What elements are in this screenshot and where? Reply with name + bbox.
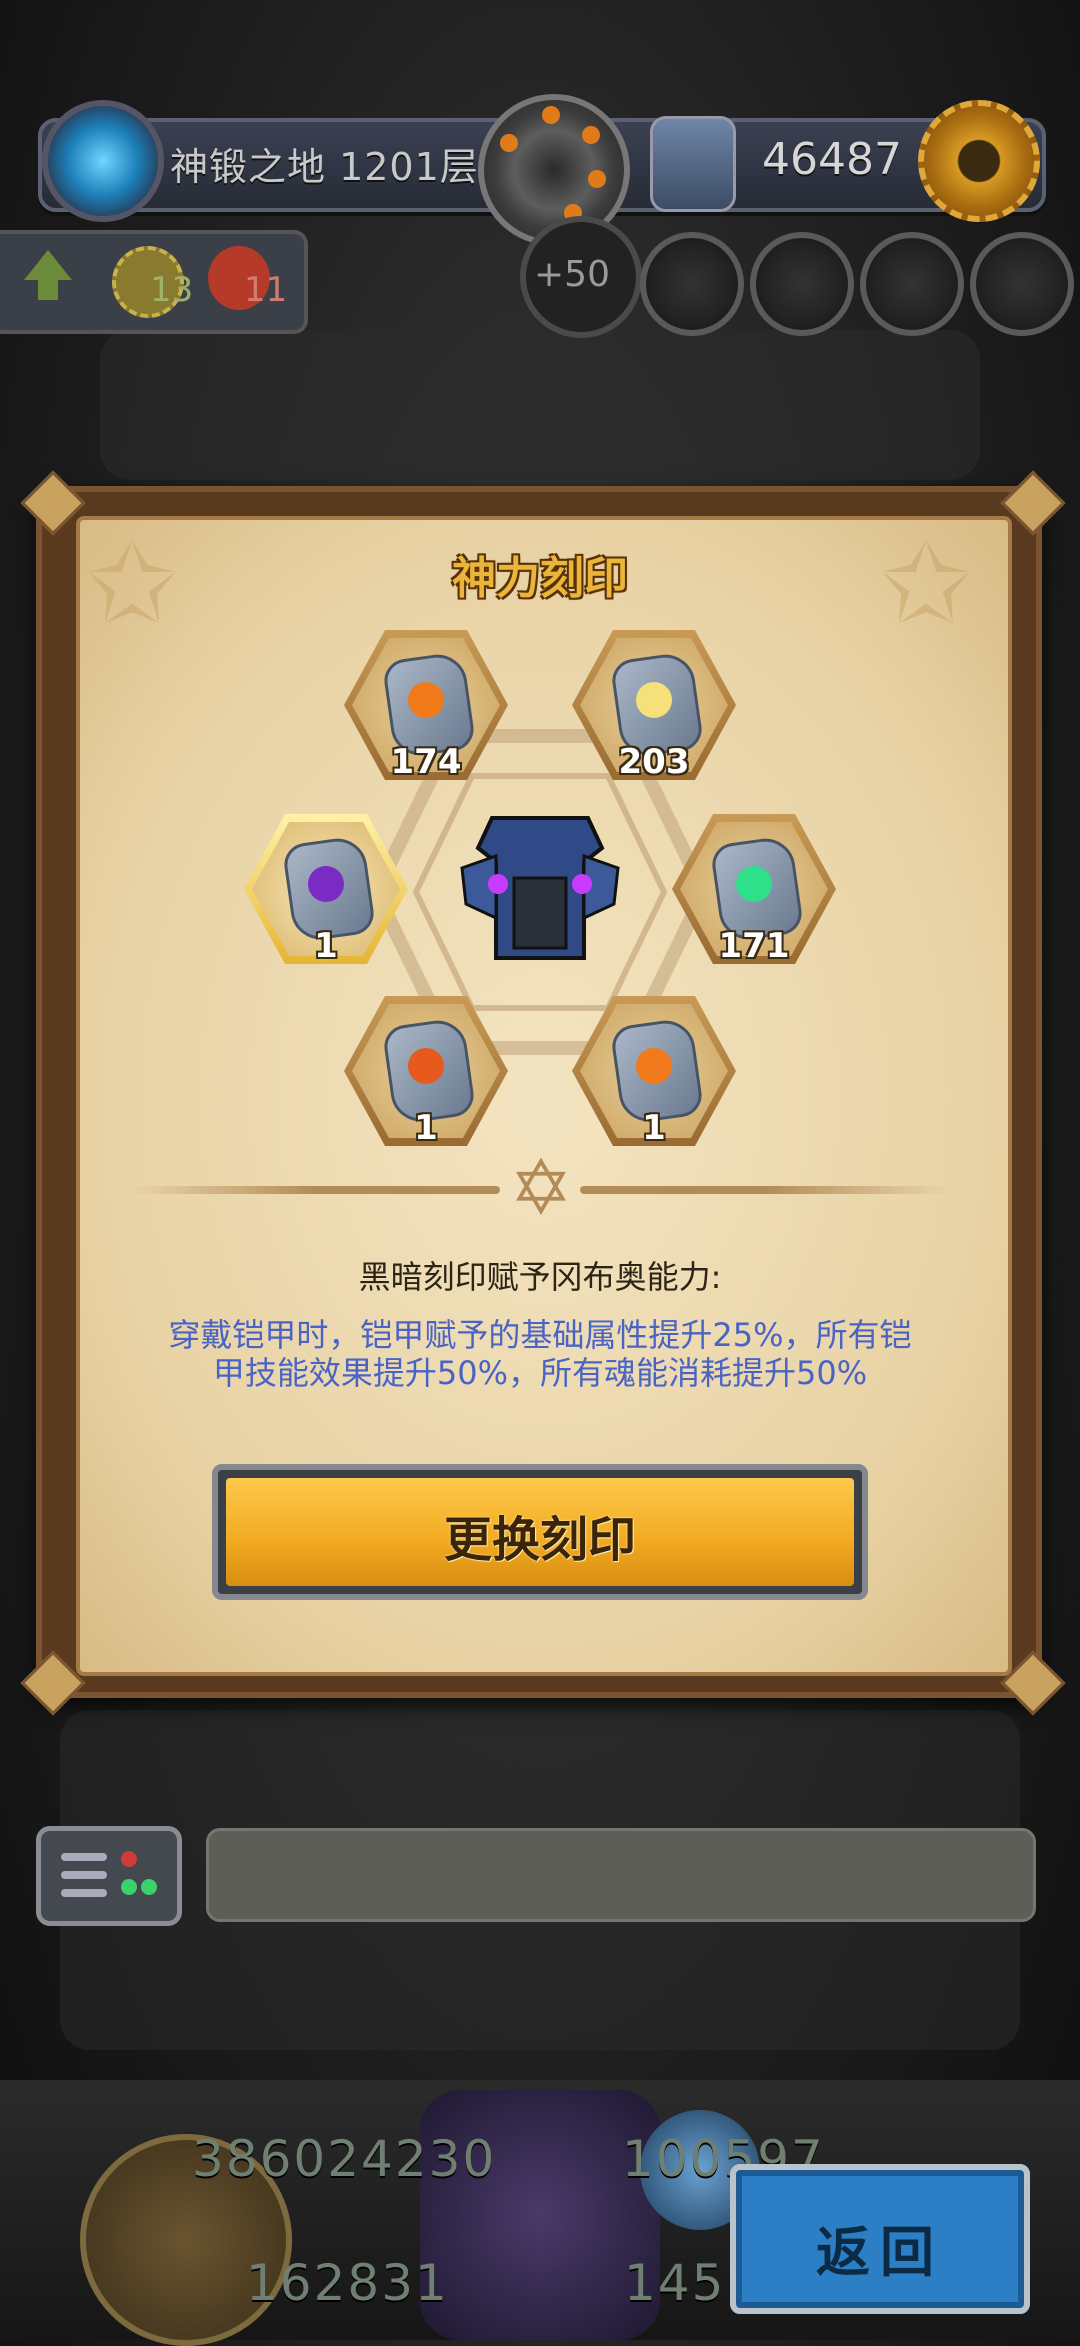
rune-count: 1 [414, 1108, 438, 1148]
fire-stat-value: 11 [244, 270, 288, 310]
rune-slot-green[interactable]: 171 [672, 814, 836, 966]
chat-line [61, 1871, 107, 1879]
currency-value: 46487 [762, 134, 902, 185]
rune-count: 171 [718, 926, 790, 966]
chat-input[interactable] [206, 1828, 1036, 1922]
hero-slot-1[interactable] [640, 232, 744, 336]
hero-slot-2[interactable] [750, 232, 854, 336]
rune-slot-fire[interactable]: 1 [572, 996, 736, 1148]
ability-title: 黑暗刻印赋予冈布奥能力: [358, 1258, 722, 1296]
arrow-up-icon-stem [38, 278, 58, 300]
green-rune-glyph-icon [736, 866, 772, 902]
gear-stat-value: 13 [150, 270, 194, 310]
rune-count: 1 [642, 1108, 666, 1148]
red-rune-glyph-icon [408, 1048, 444, 1084]
sun-rune-glyph-icon [636, 682, 672, 718]
bottom-number-1: 386024230 [192, 2130, 497, 2188]
rune-slot-orange[interactable]: 174 [344, 630, 508, 782]
change-engraving-button[interactable]: 更换刻印 [212, 1464, 868, 1600]
bottom-number-4: 145 [624, 2254, 726, 2312]
change-engraving-label: 更换刻印 [443, 1512, 636, 1568]
rune-slot-sun[interactable]: 203 [572, 630, 736, 782]
rune-count: 1 [314, 926, 338, 966]
arrow-up-icon[interactable] [24, 250, 72, 280]
chat-led-icon [121, 1879, 137, 1895]
bottom-number-3: 162831 [246, 2254, 449, 2312]
hero-slot-4[interactable] [970, 232, 1074, 336]
chat-icon[interactable] [36, 1826, 182, 1926]
chat-line [61, 1853, 107, 1861]
mask-icon [650, 116, 736, 212]
bonus-value: +50 [534, 254, 610, 295]
portal-icon[interactable] [42, 100, 164, 222]
hexagram-icon: ✡ [509, 1143, 573, 1232]
divider-left [130, 1186, 500, 1194]
back-button[interactable]: 返回 [730, 2164, 1030, 2314]
orange-rune-glyph-icon [408, 682, 444, 718]
floor-label: 神锻之地 1201层 [170, 145, 479, 189]
fire-rune-glyph-icon [636, 1048, 672, 1084]
rune-slot-dark[interactable]: 1 [244, 814, 408, 966]
armor-icon [460, 816, 620, 960]
divider-right [580, 1186, 950, 1194]
settings-gear-icon[interactable] [918, 100, 1040, 222]
back-button-label: 返回 [816, 2221, 944, 2284]
dialog-title: 神力刻印 [452, 553, 628, 604]
forge-background [100, 330, 980, 480]
chat-line [61, 1889, 107, 1897]
chat-led-icon [121, 1851, 137, 1867]
rune-count: 203 [618, 742, 690, 782]
dark-rune-glyph-icon [308, 866, 344, 902]
chat-led-icon [141, 1879, 157, 1895]
hero-slot-3[interactable] [860, 232, 964, 336]
rune-slot-red[interactable]: 1 [344, 996, 508, 1148]
rune-count: 174 [390, 742, 462, 782]
ability-description: 穿戴铠甲时，铠甲赋予的基础属性提升25%，所有铠甲技能效果提升50%，所有魂能消… [168, 1316, 912, 1392]
